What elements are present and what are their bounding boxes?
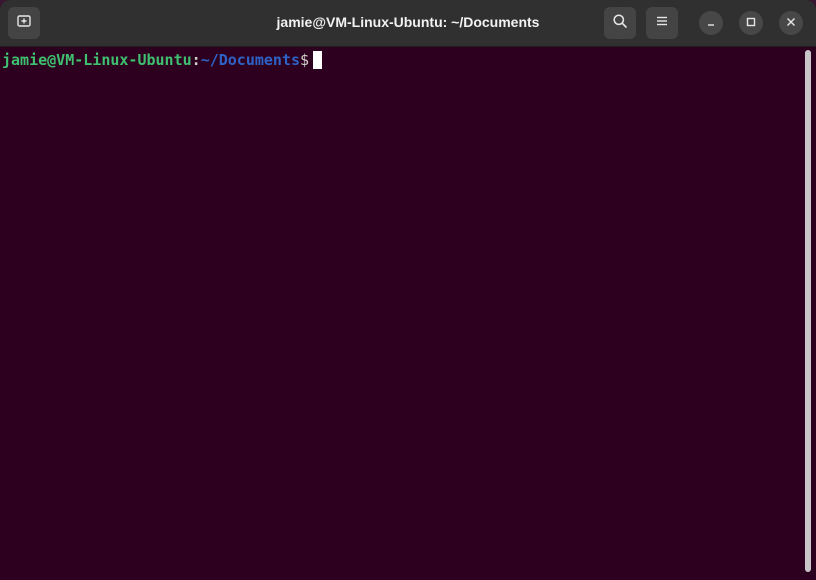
terminal-output-area[interactable]: jamie@VM-Linux-Ubuntu:~/Documents$ bbox=[0, 47, 804, 580]
search-icon bbox=[612, 13, 628, 34]
prompt-user-host: jamie@VM-Linux-Ubuntu bbox=[2, 51, 192, 69]
terminal-window: jamie@VM-Linux-Ubuntu: ~/Documents jamie… bbox=[0, 0, 816, 580]
title-bar[interactable]: jamie@VM-Linux-Ubuntu: ~/Documents bbox=[0, 0, 816, 47]
close-button[interactable] bbox=[779, 11, 803, 35]
close-icon bbox=[786, 14, 796, 32]
minimize-button[interactable] bbox=[699, 11, 723, 35]
new-tab-button[interactable] bbox=[8, 7, 40, 39]
maximize-icon bbox=[746, 14, 756, 32]
prompt-path: ~/Documents bbox=[200, 51, 301, 69]
maximize-button[interactable] bbox=[739, 11, 763, 35]
text-cursor bbox=[313, 51, 323, 69]
prompt-line: jamie@VM-Linux-Ubuntu:~/Documents$ bbox=[2, 51, 323, 69]
minimize-icon bbox=[706, 14, 716, 32]
prompt-symbol: $ bbox=[300, 51, 310, 69]
prompt-separator: : bbox=[191, 51, 201, 69]
menu-button[interactable] bbox=[646, 7, 678, 39]
scrollbar-thumb[interactable] bbox=[805, 50, 811, 572]
search-button[interactable] bbox=[604, 7, 636, 39]
window-title: jamie@VM-Linux-Ubuntu: ~/Documents bbox=[276, 14, 540, 30]
new-tab-icon bbox=[16, 13, 32, 34]
hamburger-menu-icon bbox=[655, 14, 669, 33]
